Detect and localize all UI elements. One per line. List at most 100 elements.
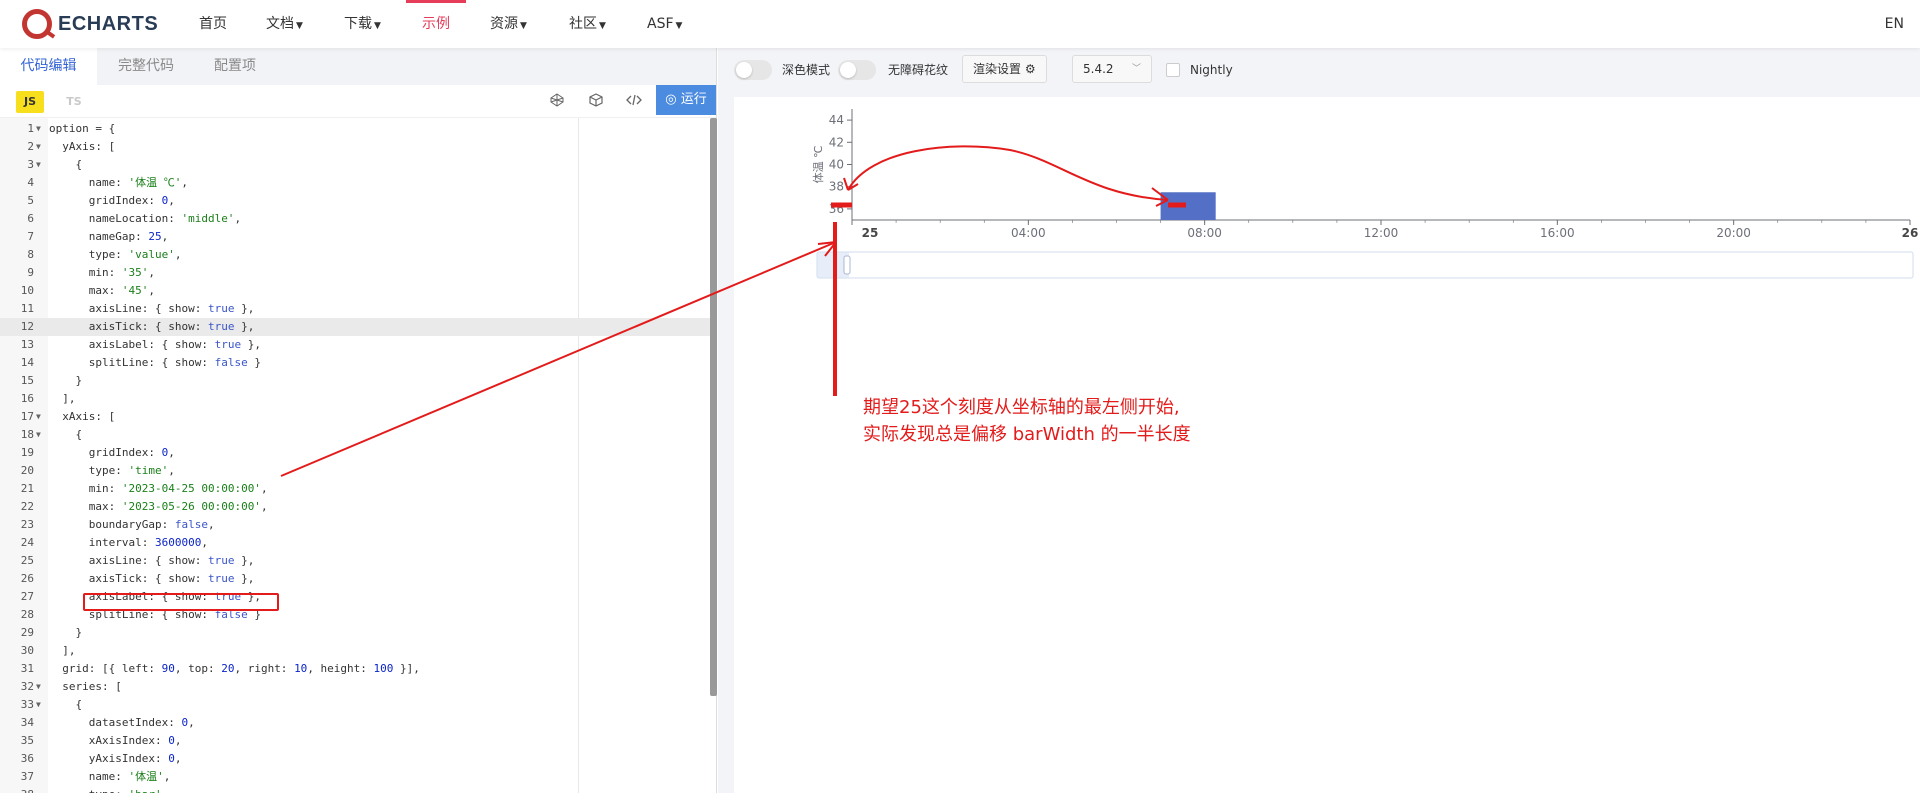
- code-line[interactable]: 3 ▼ {: [0, 156, 710, 174]
- code-line[interactable]: 22 max: '2023-05-26 00:00:00',: [0, 498, 710, 516]
- language-switch[interactable]: EN: [1885, 0, 1904, 48]
- code-text: boundaryGap: false,: [49, 518, 215, 531]
- code-line[interactable]: 18 ▼ {: [0, 426, 710, 444]
- code-editor[interactable]: 1 ▼ option = {2 ▼ yAxis: [3 ▼ {4 name: '体温 ℃…: [0, 118, 717, 793]
- x-tick-label: 25: [862, 226, 879, 240]
- tab-code-edit[interactable]: 代码编辑: [0, 48, 97, 85]
- code-text: nameGap: 25,: [49, 230, 169, 243]
- line-number: 34: [20, 716, 34, 729]
- code-line[interactable]: 26 axisTick: { show: true },: [0, 570, 710, 588]
- code-line[interactable]: 24 interval: 3600000,: [0, 534, 710, 552]
- nav-item-asf[interactable]: ASF ▼: [647, 0, 682, 48]
- fold-icon[interactable]: ▼: [36, 678, 41, 696]
- code-line[interactable]: 12 axisTick: { show: true },: [0, 318, 710, 336]
- code-line[interactable]: 23 boundaryGap: false,: [0, 516, 710, 534]
- code-text: axisLine: { show: true },: [49, 302, 255, 315]
- code-line[interactable]: 31 grid: [{ left: 90, top: 20, right: 10…: [0, 660, 710, 678]
- nav-item-download[interactable]: 下载 ▼: [344, 0, 381, 48]
- a11y-label: 无障碍花纹: [888, 63, 949, 77]
- line-number: 38: [0, 786, 34, 793]
- run-button[interactable]: ◎ 运行: [656, 85, 716, 115]
- code-line[interactable]: 7 nameGap: 25,: [0, 228, 710, 246]
- tab-options[interactable]: 配置项: [214, 48, 256, 85]
- fold-icon[interactable]: ▼: [36, 138, 41, 156]
- x-tick-label: 04:00: [1011, 226, 1046, 240]
- nav-item-resources[interactable]: 资源 ▼: [490, 0, 527, 48]
- line-number: 11: [20, 302, 34, 315]
- a11y-toggle[interactable]: [838, 60, 876, 80]
- code-icon[interactable]: [625, 93, 643, 111]
- code-line[interactable]: 33 ▼ {: [0, 696, 710, 714]
- code-line[interactable]: 2 ▼ yAxis: [: [0, 138, 710, 156]
- line-number: 32: [20, 680, 34, 693]
- code-line[interactable]: 5 gridIndex: 0,: [0, 192, 710, 210]
- code-line[interactable]: 21 min: '2023-04-25 00:00:00',: [0, 480, 710, 498]
- nightly-label: Nightly: [1190, 63, 1233, 77]
- nav-item-community[interactable]: 社区 ▼: [569, 0, 606, 48]
- code-text: }: [49, 374, 83, 387]
- code-text: max: '2023-05-26 00:00:00',: [49, 500, 268, 513]
- code-line[interactable]: 6 nameLocation: 'middle',: [0, 210, 710, 228]
- gear-icon: ⚙: [1024, 62, 1036, 76]
- code-line[interactable]: 1 ▼ option = {: [0, 120, 710, 138]
- y-tick-label: 36: [829, 202, 844, 216]
- nav-item-home[interactable]: 首页: [199, 0, 227, 48]
- code-line[interactable]: 16 ],: [0, 390, 710, 408]
- code-line[interactable]: 30 ],: [0, 642, 710, 660]
- code-line[interactable]: 4 name: '体温 ℃',: [0, 174, 710, 192]
- code-line[interactable]: 34 datasetIndex: 0,: [0, 714, 710, 732]
- code-line[interactable]: 10 max: '45',: [0, 282, 710, 300]
- line-number: 30: [20, 644, 34, 657]
- code-line[interactable]: 35 xAxisIndex: 0,: [0, 732, 710, 750]
- chevron-down-icon: ▼: [296, 21, 303, 31]
- code-text: option = {: [49, 122, 116, 135]
- js-button[interactable]: JS: [16, 91, 44, 113]
- line-number: 33: [20, 698, 34, 711]
- line-number: 17: [20, 410, 34, 423]
- code-line[interactable]: 29 }: [0, 624, 710, 642]
- nav-item-docs[interactable]: 文档 ▼: [266, 0, 303, 48]
- fold-icon[interactable]: ▼: [36, 120, 41, 138]
- code-line[interactable]: 32 ▼ series: [: [0, 678, 710, 696]
- x-tick-label: 08:00: [1187, 226, 1222, 240]
- chart-container[interactable]: 36 38 40 42 44 体温 ℃ 25 04:00 08:00 12:00 16:00 20:0…: [734, 97, 1920, 793]
- fold-icon[interactable]: ▼: [36, 696, 41, 714]
- line-number: 26: [20, 572, 34, 585]
- code-line[interactable]: 15 }: [0, 372, 710, 390]
- dark-mode-toggle[interactable]: [734, 60, 772, 80]
- code-line[interactable]: 37 name: '体温',: [0, 768, 710, 786]
- code-line[interactable]: 9 min: '35',: [0, 264, 710, 282]
- line-number: 5: [27, 194, 34, 207]
- tab-full-code[interactable]: 完整代码: [118, 48, 174, 85]
- logo-mark-icon: [22, 9, 52, 39]
- line-number: 20: [20, 464, 34, 477]
- code-line[interactable]: 11 axisLine: { show: true },: [0, 300, 710, 318]
- code-line[interactable]: 17 ▼ xAxis: [: [0, 408, 710, 426]
- cube-icon[interactable]: [587, 93, 605, 111]
- code-line[interactable]: 20 type: 'time',: [0, 462, 710, 480]
- fold-icon[interactable]: ▼: [36, 156, 41, 174]
- fold-icon[interactable]: ▼: [36, 426, 41, 444]
- codepen-icon[interactable]: [548, 93, 566, 111]
- editor-scrollbar[interactable]: [710, 118, 717, 696]
- code-text: max: '45',: [49, 284, 155, 297]
- fold-icon[interactable]: ▼: [36, 408, 41, 426]
- nav-item-examples[interactable]: 示例: [406, 0, 466, 48]
- echarts-logo[interactable]: ECHARTS: [22, 9, 158, 39]
- line-number: 37: [20, 770, 34, 783]
- code-line[interactable]: 19 gridIndex: 0,: [0, 444, 710, 462]
- code-line[interactable]: 8 type: 'value',: [0, 246, 710, 264]
- code-line[interactable]: 38 type: 'bar',: [0, 786, 710, 793]
- line-number: 14: [20, 356, 34, 369]
- line-number: 7: [27, 230, 34, 243]
- code-line[interactable]: 13 axisLabel: { show: true },: [0, 336, 710, 354]
- nightly-checkbox[interactable]: [1166, 63, 1180, 77]
- code-line[interactable]: 14 splitLine: { show: false }: [0, 354, 710, 372]
- render-settings-button[interactable]: 渲染设置 ⚙: [962, 55, 1047, 83]
- version-select[interactable]: 5.4.2 ﹀: [1072, 55, 1152, 83]
- ts-button[interactable]: TS: [60, 91, 88, 113]
- code-line[interactable]: 36 yAxisIndex: 0,: [0, 750, 710, 768]
- line-number: 22: [20, 500, 34, 513]
- line-number: 2: [27, 140, 34, 153]
- code-line[interactable]: 25 axisLine: { show: true },: [0, 552, 710, 570]
